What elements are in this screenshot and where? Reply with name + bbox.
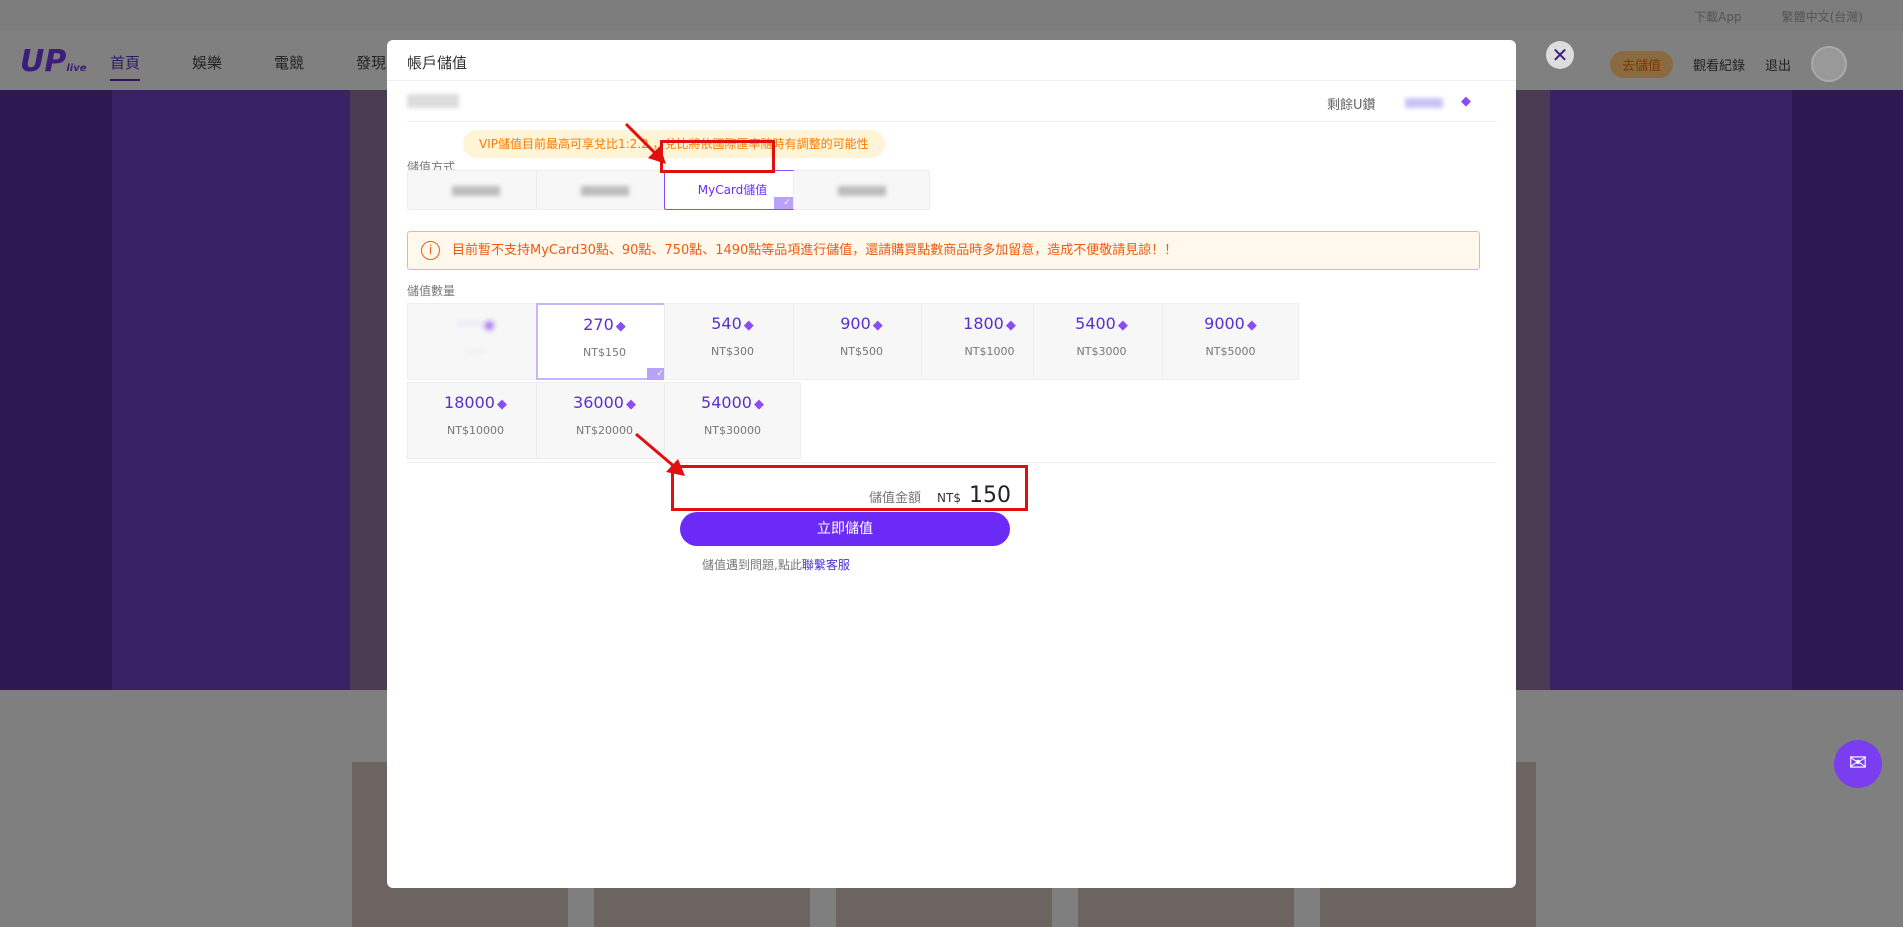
topup-button[interactable]: 去儲值 [1610, 50, 1674, 78]
package-option[interactable]: 9000 ◆ NT$5000 [1162, 303, 1299, 380]
method-option-mycard[interactable]: MyCard儲值 ✓ [664, 170, 801, 210]
diamond-icon: ◆ [625, 397, 636, 412]
diamond-icon: ◆ [1117, 318, 1128, 333]
highlight-box [660, 140, 775, 173]
nav-item-discover[interactable]: 發現 [356, 52, 386, 81]
balance-value [1405, 98, 1443, 108]
topup-modal: 帳戶儲值 剩餘U鑽 ◆ 儲值方式 VIP儲值目前最高可享兌比1:2.2 ，兌比將… [387, 40, 1516, 888]
main-nav: 首頁 娛樂 電競 發現 [110, 52, 386, 81]
package-option[interactable]: 540 ◆ NT$300 [664, 303, 801, 380]
avatar[interactable] [1811, 46, 1848, 82]
divider [407, 121, 1497, 122]
nav-item-esports[interactable]: 電競 [274, 52, 304, 81]
divider [387, 80, 1516, 81]
pay-now-button[interactable]: 立即儲值 [680, 512, 1010, 546]
warning-notice: i 目前暫不支持MyCard30點、90點、750點、1490點等品項進行儲值，… [407, 231, 1480, 270]
red-arrow-icon [635, 432, 685, 476]
package-option[interactable]: 900 ◆ NT$500 [793, 303, 930, 380]
red-arrow-icon [624, 122, 666, 164]
site-logo[interactable]: UPlive [20, 44, 87, 79]
history-link[interactable]: 觀看紀錄 [1693, 55, 1745, 74]
header-actions: 去儲值 觀看紀錄 退出 [1610, 46, 1848, 82]
method-option-2[interactable] [536, 170, 673, 210]
diamond-icon: ◆ [1005, 318, 1016, 333]
package-option: ····· ◆ ····· [407, 303, 544, 380]
modal-title: 帳戶儲值 [407, 54, 468, 72]
divider [407, 462, 1497, 463]
highlight-box [671, 465, 1028, 511]
contact-support-link[interactable]: 聯繫客服 [802, 558, 850, 572]
diamond-icon: ◆ [743, 318, 754, 333]
method-option-4[interactable] [793, 170, 930, 210]
diamond-icon: ◆ [615, 319, 626, 334]
method-option-1[interactable] [407, 170, 544, 210]
top-strip [0, 0, 1903, 30]
diamond-icon: ◆ [1246, 318, 1257, 333]
nav-item-entertainment[interactable]: 娛樂 [192, 52, 222, 81]
package-option[interactable]: 5400 ◆ NT$3000 [1033, 303, 1170, 380]
account-name [407, 94, 459, 108]
diamond-icon: ◆ [1461, 94, 1471, 109]
download-app-link[interactable]: 下載App [1694, 8, 1741, 25]
amount-label: 儲值數量 [407, 284, 456, 298]
diamond-icon: ◆ [872, 318, 883, 333]
package-option[interactable]: 18000 ◆ NT$10000 [407, 382, 544, 459]
mail-icon[interactable]: ✉ [1834, 740, 1882, 788]
diamond-icon: ◆ [753, 397, 764, 412]
package-option[interactable]: 270 ◆ NT$150 ✓ [536, 303, 673, 380]
help-text: 儲值遇到問題,點此聯繫客服 [702, 558, 850, 572]
info-icon: i [421, 241, 440, 260]
nav-item-home[interactable]: 首頁 [110, 52, 141, 81]
close-icon[interactable]: ✕ [1546, 41, 1574, 69]
balance-label: 剩餘U鑽 [1327, 98, 1376, 113]
notice-text: 目前暫不支持MyCard30點、90點、750點、1490點等品項進行儲值，還請… [452, 243, 1178, 258]
top-links: 下載App 繁體中文(台灣) [1694, 8, 1863, 25]
logout-link[interactable]: 退出 [1765, 55, 1791, 74]
language-select[interactable]: 繁體中文(台灣) [1782, 8, 1863, 25]
diamond-icon: ◆ [496, 397, 507, 412]
